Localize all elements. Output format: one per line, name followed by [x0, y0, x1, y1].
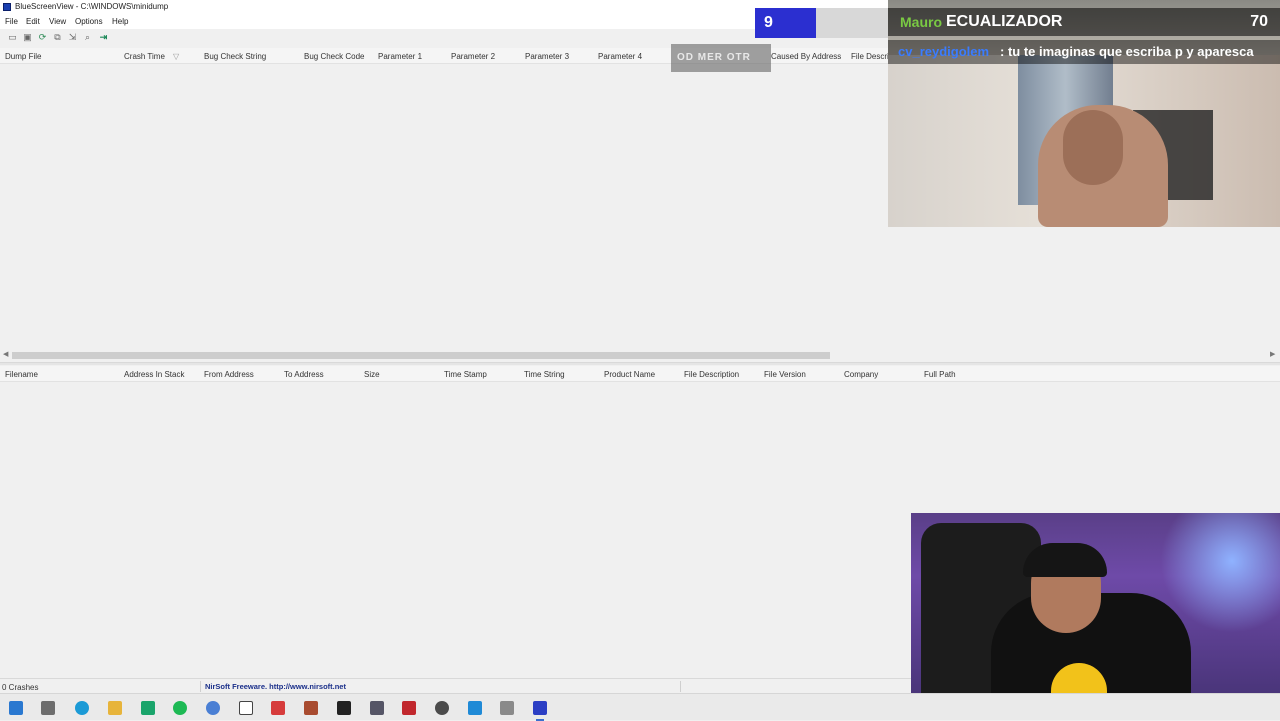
chat-message-2: cv_reydigolem : tu te imaginas que escri…	[888, 40, 1280, 64]
terminal-icon[interactable]	[337, 701, 351, 715]
save-icon[interactable]: ▣	[22, 32, 33, 43]
scrollbar-thumb[interactable]	[12, 352, 830, 359]
column-filename[interactable]: Filename	[5, 370, 38, 379]
overlay-badge: OD MER OTR	[671, 44, 771, 72]
column-dump-file[interactable]: Dump File	[5, 52, 41, 61]
column-address-in-stack[interactable]: Address In Stack	[124, 370, 184, 379]
hype-level-badge: 9	[755, 8, 816, 38]
column-parameter-4[interactable]: Parameter 4	[598, 52, 642, 61]
column-time-stamp[interactable]: Time Stamp	[444, 370, 487, 379]
chat-text: : tu te imaginas que escriba p y aparesc…	[1000, 44, 1254, 59]
app-grid-icon[interactable]	[304, 701, 318, 715]
menu-view[interactable]: View	[49, 17, 66, 26]
task-view-icon[interactable]	[41, 701, 55, 715]
horizontal-scrollbar[interactable]: ◀ ▶	[0, 350, 1280, 361]
copy-icon[interactable]: ⧉	[52, 32, 63, 43]
cam-person-head	[1063, 110, 1123, 185]
menu-edit[interactable]: Edit	[26, 17, 40, 26]
column-company[interactable]: Company	[844, 370, 878, 379]
clock-icon[interactable]	[435, 701, 449, 715]
cam-person-cap	[1023, 543, 1107, 577]
taskbar	[0, 693, 1280, 721]
column-parameter-3[interactable]: Parameter 3	[525, 52, 569, 61]
status-bar: 0 Crashes NirSoft Freeware. http://www.n…	[0, 678, 912, 692]
column-parameter-2[interactable]: Parameter 2	[451, 52, 495, 61]
status-divider	[680, 681, 681, 692]
menu-help[interactable]: Help	[112, 17, 128, 26]
chat-username: Mauro	[900, 14, 942, 30]
pane-splitter[interactable]	[0, 362, 1280, 365]
column-file-description[interactable]: File Descri	[851, 52, 889, 61]
chat-number: 70	[1250, 13, 1268, 30]
export-icon[interactable]: ⇲	[67, 32, 78, 43]
driver-list-header: Filename Address In Stack From Address T…	[0, 366, 1280, 382]
broadcast-icon[interactable]	[239, 701, 253, 715]
exit-icon[interactable]: ⇥	[98, 32, 109, 43]
column-parameter-1[interactable]: Parameter 1	[378, 52, 422, 61]
scroll-left-icon[interactable]: ◀	[3, 350, 8, 358]
app-gray-icon[interactable]	[500, 701, 514, 715]
column-full-path[interactable]: Full Path	[924, 370, 956, 379]
edge-icon[interactable]	[75, 701, 89, 715]
chat-message-1: Mauro ECUALIZADOR 70	[888, 8, 1280, 36]
hype-level: 9	[764, 14, 773, 31]
column-bug-check-code[interactable]: Bug Check Code	[304, 52, 364, 61]
file-explorer-icon[interactable]	[108, 701, 122, 715]
nirsoft-link[interactable]: NirSoft Freeware. http://www.nirsoft.net	[205, 682, 346, 691]
bluescreenview-icon[interactable]	[533, 701, 547, 721]
scroll-right-icon[interactable]: ▶	[1270, 350, 1275, 358]
column-to-address[interactable]: To Address	[284, 370, 324, 379]
spotify-icon[interactable]	[173, 701, 187, 715]
column-crash-time[interactable]: Crash Time	[124, 52, 165, 61]
status-divider	[200, 681, 201, 692]
column-size[interactable]: Size	[364, 370, 380, 379]
chat-username: cv_reydigolem	[898, 44, 990, 59]
windows-start-icon[interactable]	[9, 701, 23, 715]
app-window-icon[interactable]	[468, 701, 482, 715]
app-icon	[3, 3, 11, 11]
column-bug-check-string[interactable]: Bug Check String	[204, 52, 266, 61]
column-file-version[interactable]: File Version	[764, 370, 806, 379]
column-file-description[interactable]: File Description	[684, 370, 739, 379]
overlay-badge-text: OD MER OTR	[677, 52, 751, 63]
column-from-address[interactable]: From Address	[204, 370, 254, 379]
app-green-icon[interactable]	[141, 701, 155, 715]
refresh-icon[interactable]: ⟳	[37, 32, 48, 43]
chat-title: ECUALIZADOR	[946, 13, 1063, 30]
column-caused-by-address[interactable]: Caused By Address	[771, 52, 841, 61]
chrome-icon[interactable]	[206, 701, 220, 715]
crash-count: 0 Crashes	[2, 683, 39, 692]
webcam-feed-bottom	[911, 513, 1280, 693]
find-icon[interactable]: ⌕	[82, 32, 93, 43]
app-red-icon[interactable]	[271, 701, 285, 715]
pdf-icon[interactable]	[402, 701, 416, 715]
menu-file[interactable]: File	[5, 17, 18, 26]
app-monitor-icon[interactable]	[370, 701, 384, 715]
window-title: BlueScreenView - C:\WINDOWS\minidump	[15, 2, 169, 11]
hype-progress-track	[816, 8, 889, 38]
menu-options[interactable]: Options	[75, 17, 103, 26]
column-product-name[interactable]: Product Name	[604, 370, 655, 379]
column-time-string[interactable]: Time String	[524, 370, 565, 379]
sort-indicator-icon: ▽	[173, 52, 180, 61]
properties-icon[interactable]: ▭	[7, 32, 18, 43]
